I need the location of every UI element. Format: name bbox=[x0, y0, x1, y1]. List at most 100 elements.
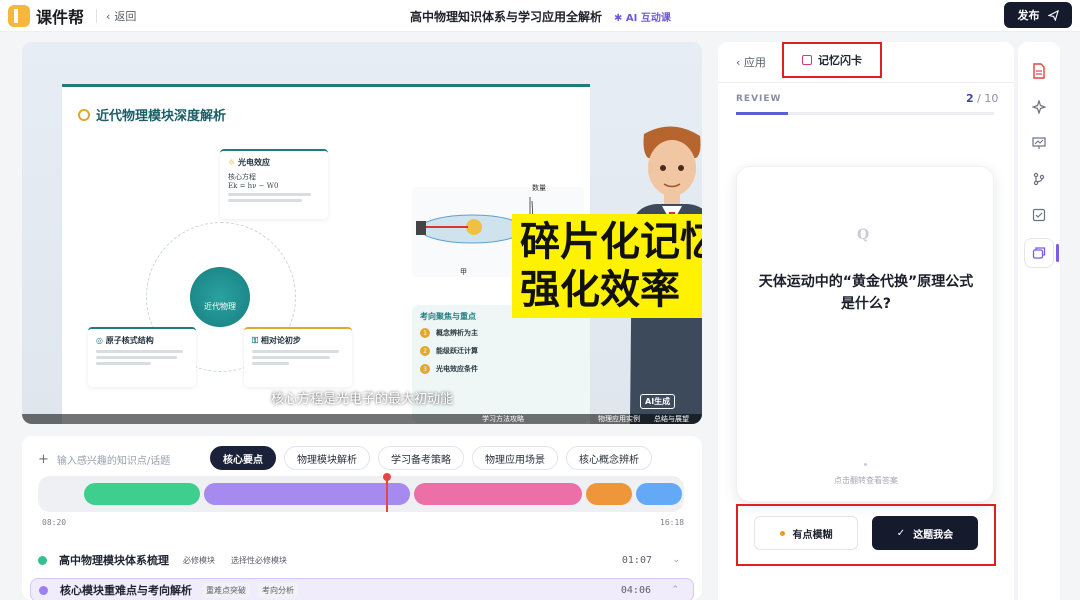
logo[interactable]: 课件帮 bbox=[8, 4, 84, 28]
timeline-start-time: 08:20 bbox=[42, 518, 67, 527]
card-counter: 2 / 10 bbox=[966, 92, 999, 105]
playhead[interactable] bbox=[383, 473, 391, 512]
chapter-marker[interactable]: 总结与展望 bbox=[654, 414, 689, 424]
target-icon: ◎ bbox=[96, 336, 106, 345]
text-line bbox=[96, 362, 152, 365]
gear-icon bbox=[78, 108, 90, 121]
card-photoelectric: ☼ 光电效应 核心方程 Ek = hν − W0 bbox=[220, 149, 328, 219]
topic-search[interactable]: + 输入感兴趣的知识点/话题 bbox=[38, 448, 218, 470]
timeline-end-time: 16:18 bbox=[660, 518, 685, 527]
formula-text: Ek = hν − W0 bbox=[228, 182, 279, 190]
branch-icon bbox=[1033, 172, 1045, 186]
focus-item-text: 概念辨析为主 bbox=[436, 329, 478, 337]
overlay-line-1: 碎片化记忆 bbox=[520, 219, 702, 265]
quiz-button[interactable] bbox=[1024, 200, 1054, 230]
checkbox-icon bbox=[1032, 208, 1046, 222]
number-badge: 3 bbox=[420, 364, 430, 374]
diagram-label: 甲 bbox=[460, 268, 467, 276]
review-progress-fill bbox=[736, 112, 788, 115]
chapter-panel: + 输入感兴趣的知识点/话题 核心要点 物理模块解析 学习备考策略 物理应用场景… bbox=[22, 436, 702, 600]
publish-button[interactable]: 发布 bbox=[1004, 2, 1072, 28]
tab-module-analysis[interactable]: 物理模块解析 bbox=[284, 446, 370, 470]
timeline-track[interactable] bbox=[38, 473, 684, 512]
dot-indicator bbox=[864, 463, 867, 466]
top-bar: 课件帮 ‹ 返回 高中物理知识体系与学习应用全解析 ✱ AI 互动课 发布 bbox=[0, 0, 1080, 32]
chapter-marker[interactable]: 物理应用实例 bbox=[598, 414, 640, 424]
status-dot-icon bbox=[779, 530, 785, 536]
focus-item-text: 光电效应条件 bbox=[436, 365, 478, 373]
back-button[interactable]: ‹ 返回 bbox=[106, 8, 136, 24]
apps-back-button[interactable]: ‹ 应用 bbox=[736, 54, 766, 70]
chapter-marker[interactable]: 学习方法攻略 bbox=[482, 414, 524, 424]
ai-tag-label: AI 互动课 bbox=[625, 13, 671, 24]
text-line bbox=[228, 199, 302, 202]
tab-core-points[interactable]: 核心要点 bbox=[210, 446, 276, 470]
card-relativity: ⚿ 相对论初步 bbox=[244, 327, 352, 387]
chapter-tag: 选择性必修模块 bbox=[231, 555, 287, 565]
timeline-segment[interactable] bbox=[586, 483, 632, 505]
number-badge: 2 bbox=[420, 346, 430, 356]
ai-sparkle-icon: ✱ bbox=[614, 13, 626, 24]
tab-concept-analysis[interactable]: 核心概念辨析 bbox=[566, 446, 652, 470]
back-label: 返回 bbox=[114, 10, 137, 23]
video-subtitle: 核心方程是光电子的最大初动能 bbox=[270, 392, 453, 407]
chapter-tag: 考向分析 bbox=[258, 582, 298, 598]
tab-study-strategy[interactable]: 学习备考策略 bbox=[378, 446, 464, 470]
chapter-row[interactable]: 核心模块重难点与考向解析 重难点突破 考向分析 04:06 ⌃ bbox=[30, 578, 694, 600]
card-photoelectric-line: 核心方程 bbox=[228, 173, 256, 181]
sun-icon: ☼ bbox=[228, 158, 238, 167]
text-line bbox=[96, 350, 184, 353]
diagram-ylabel: 数量 bbox=[532, 184, 546, 192]
sparkle-button[interactable] bbox=[1024, 92, 1054, 122]
tab-flashcards-label: 记忆闪卡 bbox=[818, 54, 862, 67]
number-badge: 1 bbox=[420, 328, 430, 338]
tab-flashcards[interactable]: 记忆闪卡 bbox=[782, 42, 882, 78]
somewhat-unsure-label: 有点模糊 bbox=[792, 529, 833, 541]
timeline-segment[interactable] bbox=[636, 483, 682, 505]
document-button[interactable] bbox=[1024, 56, 1054, 86]
tab-application-scenes[interactable]: 物理应用场景 bbox=[472, 446, 558, 470]
flashcard[interactable]: Q 天体运动中的“黄金代换”原理公式是什么? 点击翻转查看答案 bbox=[736, 166, 994, 502]
chapter-time: 04:06 bbox=[620, 584, 651, 596]
center-node-label: 近代物理 bbox=[204, 301, 236, 311]
current-card: 2 bbox=[966, 92, 974, 105]
somewhat-unsure-button[interactable]: 有点模糊 bbox=[754, 516, 858, 550]
presentation-chart-icon bbox=[1032, 137, 1046, 149]
video-player[interactable]: 近代物理模块深度解析 近代物理 ☼ 光电效应 核心方程 Ek = hν − W0… bbox=[22, 42, 702, 424]
chevron-down-icon[interactable]: ⌄ bbox=[672, 555, 680, 565]
timeline-segment[interactable] bbox=[204, 483, 410, 505]
review-progress bbox=[736, 112, 994, 115]
focus-item: 2 能级跃迁计算 bbox=[420, 346, 582, 356]
slide-title: 近代物理模块深度解析 bbox=[78, 105, 226, 124]
flip-hint: 点击翻转查看答案 bbox=[834, 476, 898, 485]
timeline-segment[interactable] bbox=[84, 483, 200, 505]
flashcards-button[interactable] bbox=[1024, 238, 1054, 268]
total-cards: 10 bbox=[984, 92, 999, 105]
presentation-button[interactable] bbox=[1024, 128, 1054, 158]
plus-icon: + bbox=[38, 451, 49, 467]
chevron-up-icon[interactable]: ⌃ bbox=[671, 585, 679, 595]
text-line bbox=[252, 362, 289, 365]
answer-actions: 有点模糊 ✓ 这题我会 bbox=[736, 504, 996, 566]
video-progress-bar[interactable]: 学习方法攻略 物理应用实例 总结与展望 bbox=[22, 414, 702, 424]
topic-tabs: 核心要点 物理模块解析 学习备考策略 物理应用场景 核心概念辨析 bbox=[210, 446, 652, 470]
card-relativity-title: ⚿ 相对论初步 bbox=[252, 336, 301, 345]
timeline-segment[interactable] bbox=[414, 483, 582, 505]
question-text: 天体运动中的“黄金代换”原理公式是什么? bbox=[758, 274, 974, 312]
chapter-row[interactable]: 高中物理模块体系梳理 必修模块 选择性必修模块 01:07 ⌄ bbox=[30, 548, 694, 572]
overlay-line-2: 强化效率 bbox=[520, 267, 680, 313]
document-title: 高中物理知识体系与学习应用全解析 bbox=[410, 10, 603, 24]
flashcard-panel: ‹ 应用 记忆闪卡 REVIEW 2 / 10 Q 天体运动中的“黄金代换”原理… bbox=[718, 42, 1014, 600]
chapter-dot bbox=[39, 585, 48, 595]
branch-button[interactable] bbox=[1024, 164, 1054, 194]
text-line bbox=[228, 193, 311, 196]
document-icon bbox=[1033, 63, 1045, 79]
card-nucleus-title: ◎ 原子核式结构 bbox=[96, 336, 154, 345]
ai-interactive-tag[interactable]: ✱ AI 互动课 bbox=[614, 9, 671, 24]
active-indicator bbox=[1056, 244, 1059, 262]
focus-item: 3 光电效应条件 bbox=[420, 364, 582, 374]
i-know-button[interactable]: ✓ 这题我会 bbox=[872, 516, 978, 550]
card-nucleus: ◎ 原子核式结构 bbox=[88, 327, 196, 387]
key-icon: ⚿ bbox=[252, 336, 261, 345]
overlay-caption: 碎片化记忆 强化效率 bbox=[512, 214, 702, 318]
